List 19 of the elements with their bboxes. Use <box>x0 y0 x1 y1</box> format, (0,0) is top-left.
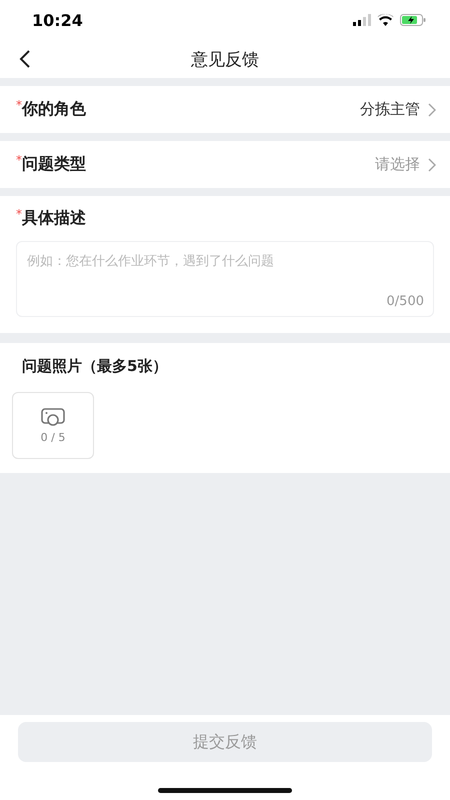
chevron-icon <box>428 158 436 172</box>
photos-label: 问题照片（最多5张） <box>21 357 168 376</box>
page-title: 意见反馈 <box>191 48 259 70</box>
field-label: 问题类型 <box>22 154 86 175</box>
picker-button[interactable]: 分拣主管 <box>360 100 436 119</box>
signal-icon <box>353 14 371 26</box>
wifi-icon <box>377 14 394 26</box>
required-mark: * <box>16 99 22 111</box>
battery-icon <box>400 14 426 26</box>
chevron-icon <box>428 102 436 116</box>
status-time: 10:24 <box>32 10 83 30</box>
required-mark: * <box>16 154 22 166</box>
required-mark: * <box>16 208 22 220</box>
picker-button[interactable]: 请选择 <box>375 155 436 174</box>
photo-icon <box>40 407 66 427</box>
field-label: 具体描述 <box>22 208 86 229</box>
field-label: 你的角色 <box>22 99 86 120</box>
photo-upload-button[interactable]: 0 / 5 <box>12 392 94 459</box>
character-counter: 0/500 <box>386 294 424 309</box>
